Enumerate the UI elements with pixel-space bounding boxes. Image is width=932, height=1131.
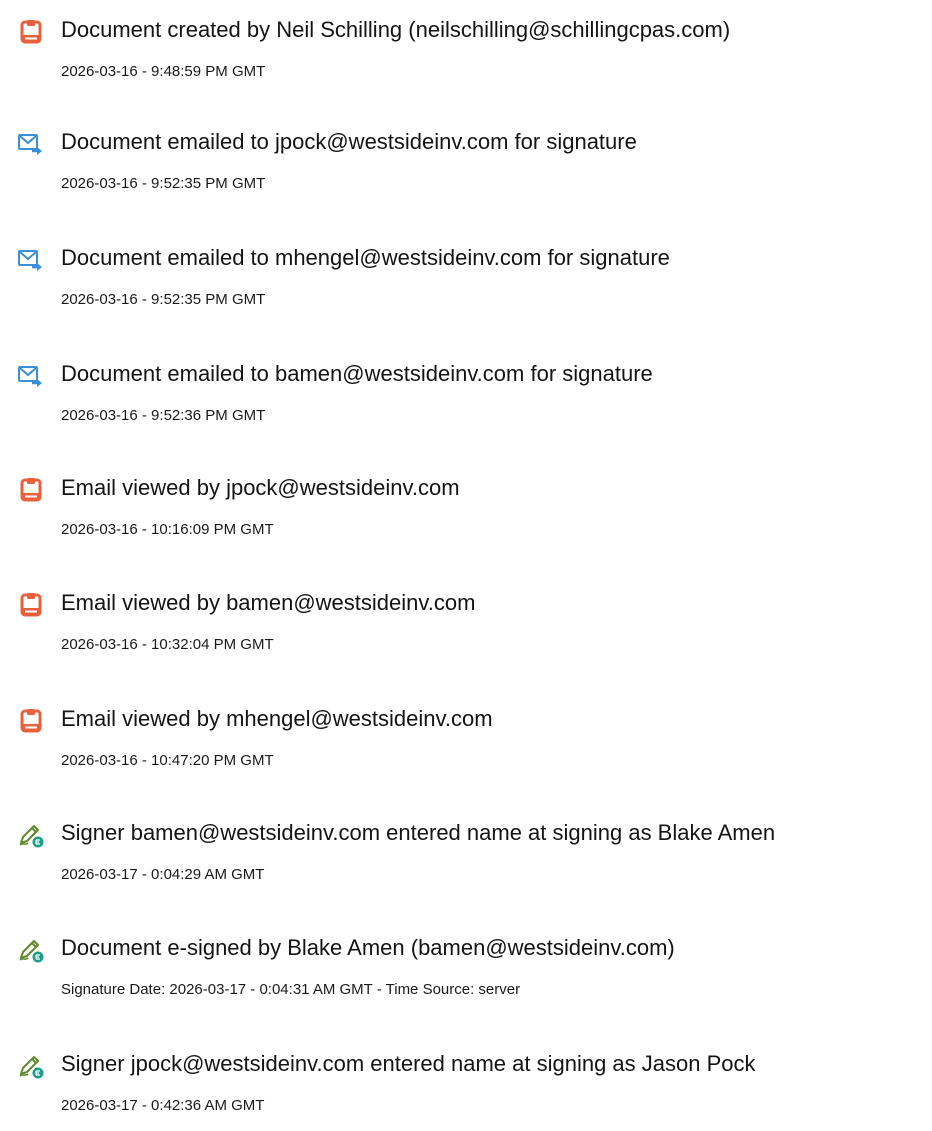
- audit-event: Signer jpock@westsideinv.com entered nam…: [0, 1051, 932, 1131]
- audit-event: Document emailed to mhengel@westsideinv.…: [0, 245, 932, 325]
- audit-event: Email viewed by mhengel@westsideinv.com …: [0, 706, 932, 786]
- audit-event: Signer bamen@westsideinv.com entered nam…: [0, 820, 932, 900]
- event-timestamp: 2026-03-16 - 9:48:59 PM GMT: [61, 63, 266, 80]
- audit-event: Document emailed to bamen@westsideinv.co…: [0, 361, 932, 441]
- email-sent-icon: [18, 363, 44, 389]
- event-description: Document emailed to mhengel@westsideinv.…: [61, 245, 670, 270]
- event-description: Email viewed by jpock@westsideinv.com: [61, 475, 460, 500]
- document-viewed-icon: [18, 708, 44, 734]
- event-timestamp: 2026-03-17 - 0:42:36 AM GMT: [61, 1097, 265, 1114]
- e-sign-pen-icon: [18, 1053, 44, 1079]
- audit-event: Document created by Neil Schilling (neil…: [0, 17, 932, 97]
- event-description: Document emailed to jpock@westsideinv.co…: [61, 129, 637, 154]
- event-timestamp: 2026-03-16 - 10:47:20 PM GMT: [61, 752, 274, 769]
- event-description: Email viewed by bamen@westsideinv.com: [61, 590, 476, 615]
- event-description: Document created by Neil Schilling (neil…: [61, 17, 731, 42]
- event-timestamp: 2026-03-16 - 9:52:35 PM GMT: [61, 291, 266, 308]
- event-timestamp: 2026-03-16 - 9:52:35 PM GMT: [61, 175, 266, 192]
- event-description: Document e-signed by Blake Amen (bamen@w…: [61, 935, 675, 960]
- document-viewed-icon: [18, 592, 44, 618]
- event-description: Signer bamen@westsideinv.com entered nam…: [61, 820, 776, 845]
- audit-event: Email viewed by jpock@westsideinv.com 20…: [0, 475, 932, 555]
- audit-event: Document e-signed by Blake Amen (bamen@w…: [0, 935, 932, 1015]
- event-timestamp: 2026-03-16 - 10:32:04 PM GMT: [61, 636, 274, 653]
- e-sign-pen-icon: [18, 822, 44, 848]
- document-viewed-icon: [18, 477, 44, 503]
- email-sent-icon: [18, 131, 44, 157]
- event-description: Document emailed to bamen@westsideinv.co…: [61, 361, 653, 386]
- event-timestamp: 2026-03-16 - 10:16:09 PM GMT: [61, 521, 274, 538]
- email-sent-icon: [18, 247, 44, 273]
- document-created-icon: [18, 19, 44, 45]
- e-sign-pen-icon: [18, 937, 44, 963]
- event-description: Signer jpock@westsideinv.com entered nam…: [61, 1051, 756, 1076]
- event-timestamp: 2026-03-17 - 0:04:29 AM GMT: [61, 866, 265, 883]
- audit-event: Document emailed to jpock@westsideinv.co…: [0, 129, 932, 209]
- event-timestamp: 2026-03-16 - 9:52:36 PM GMT: [61, 407, 266, 424]
- event-signature-date: Signature Date: 2026-03-17 - 0:04:31 AM …: [61, 981, 521, 998]
- event-description: Email viewed by mhengel@westsideinv.com: [61, 706, 493, 731]
- audit-event: Email viewed by bamen@westsideinv.com 20…: [0, 590, 932, 670]
